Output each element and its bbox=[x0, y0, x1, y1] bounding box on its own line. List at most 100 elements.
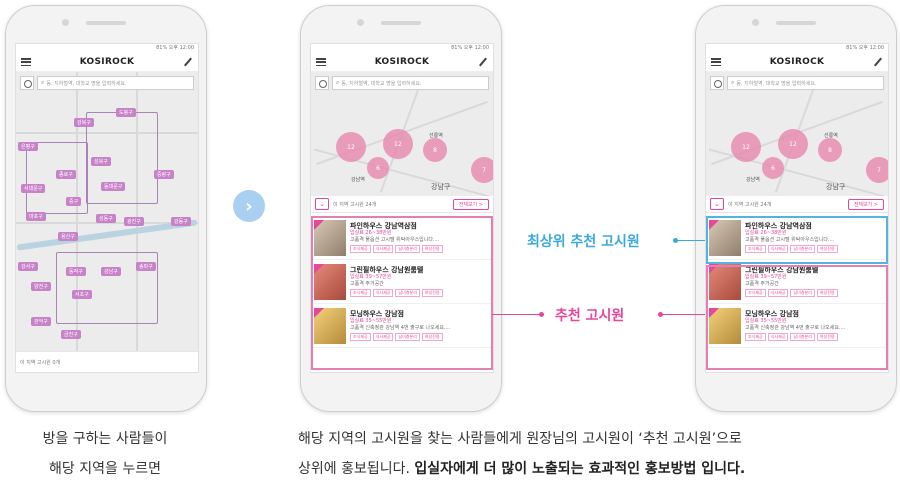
map-label: 강남구 bbox=[431, 183, 451, 191]
district-pin[interactable]: 광진구 bbox=[124, 217, 144, 226]
location-target-icon[interactable] bbox=[315, 76, 329, 90]
right-caption-line2: 상위에 홍보됩니다. 입실자에게 더 많이 노출되는 효과적인 홍보방법 입니다… bbox=[298, 461, 746, 477]
cluster-marker[interactable]: 8 bbox=[423, 138, 447, 162]
top-recommend-connector bbox=[675, 240, 705, 241]
search-icon: ⌕ bbox=[336, 79, 340, 86]
cluster-marker[interactable]: 6 bbox=[367, 157, 389, 179]
app-logo: KOSIROCK bbox=[769, 57, 825, 67]
location-target-icon[interactable] bbox=[710, 76, 724, 90]
search-input[interactable]: ⌕ 동, 지하철역, 대학교 명을 입력하세요. bbox=[37, 76, 194, 90]
home-button bbox=[101, 381, 111, 391]
search-input[interactable]: ⌕ 동, 지하철역, 대학교 명을 입력하세요. bbox=[727, 76, 884, 90]
status-bar: 81% 오후 12:00 bbox=[311, 44, 493, 53]
camera-dot bbox=[62, 19, 69, 26]
left-caption: 방을 구하는 사람들이 해당 지역을 누르면 bbox=[20, 424, 190, 484]
map-label: 강남역 bbox=[351, 177, 365, 183]
cluster-marker[interactable]: 12 bbox=[383, 129, 413, 159]
phone-frame-1: 81% 오후 12:00 KOSIROCK ⌕ 동, 지하철역, 대학교 명을 입… bbox=[5, 5, 207, 412]
recommend-label: 추천 고시원 bbox=[555, 308, 625, 324]
pen-icon[interactable] bbox=[183, 57, 193, 67]
cluster-marker[interactable]: 7 bbox=[471, 157, 493, 183]
phone-frame-2: 81% 오후 12:00 KOSIROCK ⌕ 동, 지하철역, 대학교 명을 입… bbox=[300, 5, 502, 412]
district-pin[interactable]: 강동구 bbox=[171, 217, 191, 226]
phone-screen-3: 81% 오후 12:00 KOSIROCK ⌕ 동, 지하철역, 대학교 명을 입… bbox=[705, 43, 889, 373]
camera-dot bbox=[752, 19, 759, 26]
district-pin[interactable]: 동작구 bbox=[66, 267, 86, 276]
region-count-text: 이 지역 고시원 24개 bbox=[728, 201, 772, 208]
region-count-text: 이 지역 고시원 24개 bbox=[333, 201, 377, 208]
cluster-marker[interactable]: 12 bbox=[336, 132, 366, 162]
district-pin[interactable]: 강북구 bbox=[74, 118, 94, 127]
search-icon: ⌕ bbox=[731, 79, 735, 86]
recommend-connector-left bbox=[492, 314, 542, 315]
recommend-dot-left bbox=[539, 312, 544, 317]
view-all-button[interactable]: 전체보기 > bbox=[452, 198, 489, 210]
district-pin[interactable]: 관악구 bbox=[31, 317, 51, 326]
top-recommend-label: 최상위 추천 고시원 bbox=[527, 234, 640, 250]
region-count-bar: 이 지역 고시원 0개 bbox=[16, 351, 198, 372]
recommend-highlight bbox=[706, 265, 888, 370]
map-label: 강남구 bbox=[826, 183, 846, 191]
search-input[interactable]: ⌕ 동, 지하철역, 대학교 명을 입력하세요. bbox=[332, 76, 489, 90]
cluster-marker[interactable]: 7 bbox=[866, 157, 888, 183]
district-pin[interactable]: 은평구 bbox=[18, 142, 38, 151]
district-pin[interactable]: 강남구 bbox=[101, 267, 121, 276]
district-pin[interactable]: 강서구 bbox=[18, 262, 38, 271]
district-pin[interactable]: 양천구 bbox=[31, 282, 51, 291]
menu-icon[interactable] bbox=[316, 58, 326, 66]
district-pin[interactable]: 종로구 bbox=[56, 170, 76, 179]
district-pin[interactable]: 성북구 bbox=[91, 157, 111, 166]
map-view[interactable]: ⌕ 동, 지하철역, 대학교 명을 입력하세요. 12 12 6 8 7 선릉역 … bbox=[706, 72, 888, 196]
pen-icon[interactable] bbox=[478, 57, 488, 67]
app-logo: KOSIROCK bbox=[79, 57, 135, 67]
district-pin[interactable]: 금천구 bbox=[61, 330, 81, 339]
arrow-right-icon: › bbox=[233, 190, 265, 222]
chevron-down-icon[interactable]: ⌄ bbox=[710, 198, 724, 210]
region-count-bar: ⌄ 이 지역 고시원 24개 전체보기 > bbox=[311, 196, 493, 213]
recommend-connector-right bbox=[660, 314, 705, 315]
camera-dot bbox=[357, 19, 364, 26]
search-row: ⌕ 동, 지하철역, 대학교 명을 입력하세요. bbox=[315, 76, 489, 90]
phone-frame-3: 81% 오후 12:00 KOSIROCK ⌕ 동, 지하철역, 대학교 명을 입… bbox=[695, 5, 897, 412]
district-pin[interactable]: 마포구 bbox=[26, 212, 46, 221]
district-pin[interactable]: 송파구 bbox=[136, 262, 156, 271]
district-pin[interactable]: 도봉구 bbox=[116, 108, 136, 117]
search-row: ⌕ 동, 지하철역, 대학교 명을 입력하세요. bbox=[20, 76, 194, 90]
search-row: ⌕ 동, 지하철역, 대학교 명을 입력하세요. bbox=[710, 76, 884, 90]
menu-icon[interactable] bbox=[21, 58, 31, 66]
speaker-slot bbox=[86, 21, 126, 25]
map-view[interactable]: ⌕ 동, 지하철역, 대학교 명을 입력하세요. 강북구 도봉구 은평구 성북구 … bbox=[16, 72, 198, 352]
chevron-down-icon[interactable]: ⌄ bbox=[315, 198, 329, 210]
cluster-marker[interactable]: 6 bbox=[762, 157, 784, 179]
recommend-dot-right bbox=[658, 312, 663, 317]
speaker-slot bbox=[776, 21, 816, 25]
cluster-marker[interactable]: 8 bbox=[818, 138, 842, 162]
app-header: KOSIROCK bbox=[706, 53, 888, 72]
district-pin[interactable]: 서대문구 bbox=[21, 184, 46, 193]
app-logo: KOSIROCK bbox=[374, 57, 430, 67]
left-caption-line2: 해당 지역을 누르면 bbox=[49, 461, 161, 477]
view-all-button[interactable]: 전체보기 > bbox=[847, 198, 884, 210]
right-caption-line1: 해당 지역의 고시원을 찾는 사람들에게 원장님의 고시원이 ‘추천 고시원’으… bbox=[298, 431, 742, 447]
district-pin[interactable]: 용산구 bbox=[58, 232, 78, 241]
right-caption: 해당 지역의 고시원을 찾는 사람들에게 원장님의 고시원이 ‘추천 고시원’으… bbox=[298, 424, 898, 484]
map-view[interactable]: ⌕ 동, 지하철역, 대학교 명을 입력하세요. 12 12 6 8 7 강남역 … bbox=[311, 72, 493, 196]
district-pin[interactable]: 서초구 bbox=[72, 290, 92, 299]
map-label: 선릉역 bbox=[824, 133, 838, 139]
district-pin[interactable]: 성동구 bbox=[96, 214, 116, 223]
app-header: KOSIROCK bbox=[16, 53, 198, 72]
location-target-icon[interactable] bbox=[20, 76, 34, 90]
map-label: 선릉역 bbox=[429, 133, 443, 139]
map-label: 강남역 bbox=[746, 177, 760, 183]
cluster-marker[interactable]: 12 bbox=[778, 129, 808, 159]
region-count-bar: ⌄ 이 지역 고시원 24개 전체보기 > bbox=[706, 196, 888, 213]
menu-icon[interactable] bbox=[711, 58, 721, 66]
phone-screen-2: 81% 오후 12:00 KOSIROCK ⌕ 동, 지하철역, 대학교 명을 입… bbox=[310, 43, 494, 373]
status-bar: 81% 오후 12:00 bbox=[706, 44, 888, 53]
district-pin[interactable]: 중랑구 bbox=[154, 170, 174, 179]
search-icon: ⌕ bbox=[41, 79, 45, 86]
district-pin[interactable]: 동대문구 bbox=[101, 182, 126, 191]
cluster-marker[interactable]: 12 bbox=[731, 132, 761, 162]
district-pin[interactable]: 중구 bbox=[66, 197, 82, 206]
pen-icon[interactable] bbox=[873, 57, 883, 67]
